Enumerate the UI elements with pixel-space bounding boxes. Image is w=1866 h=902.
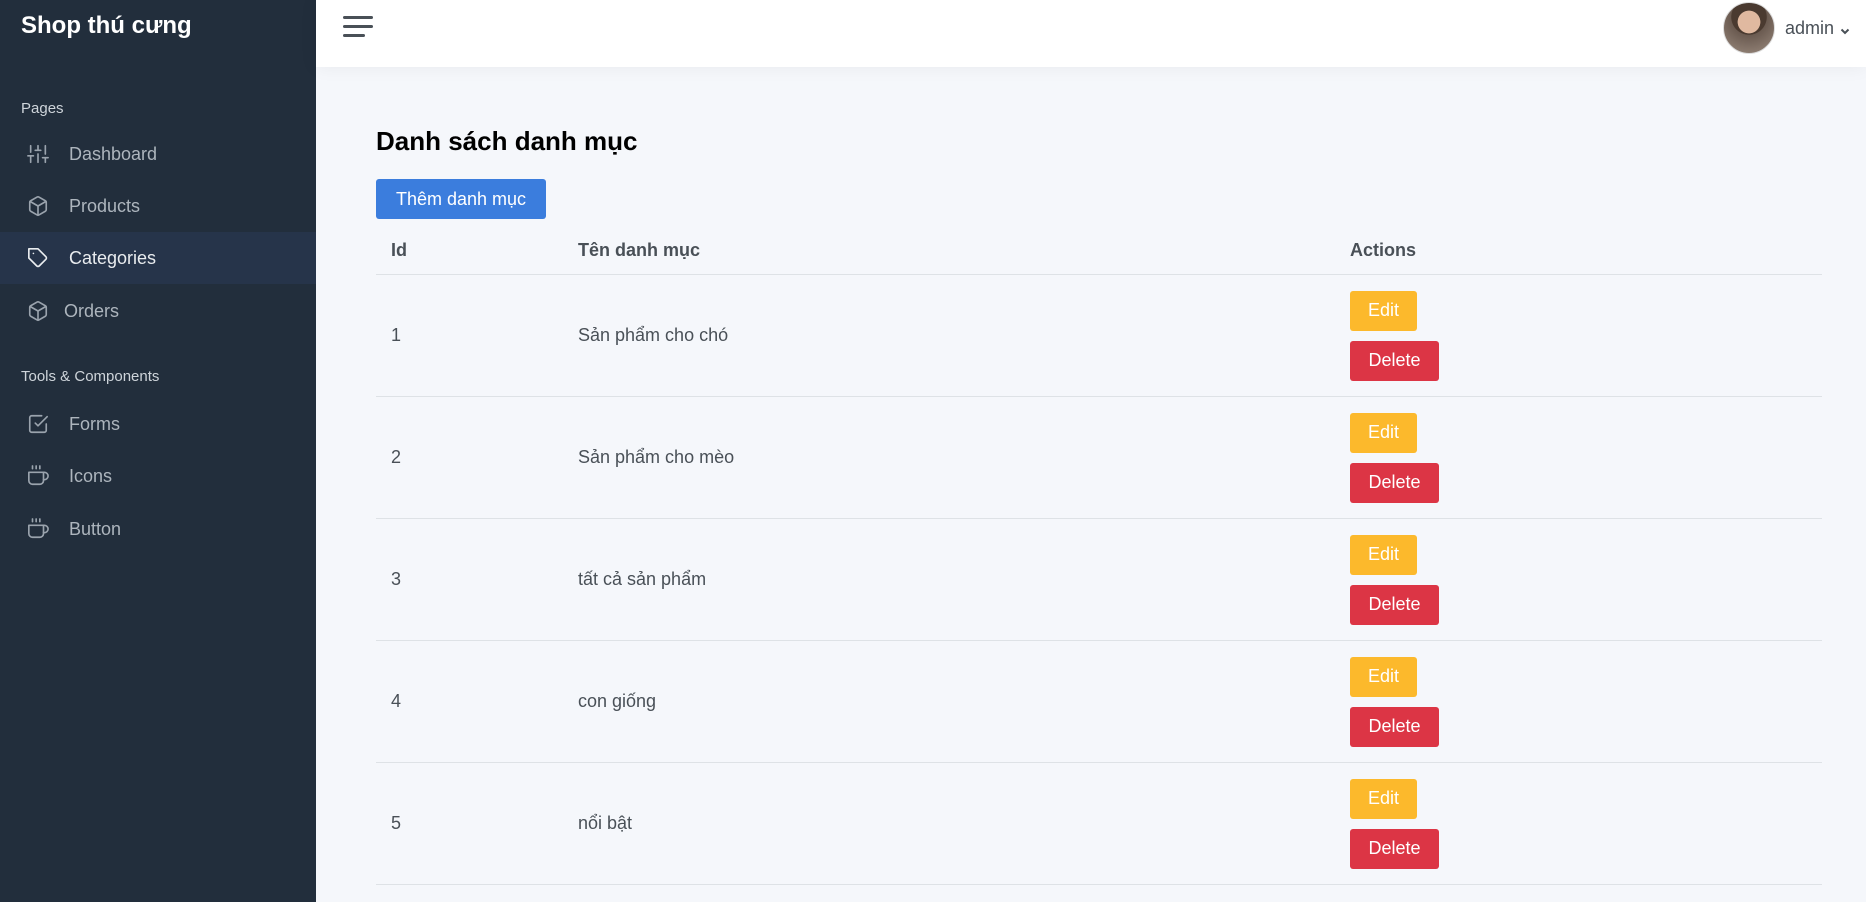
section-header-tools: Tools & Components (21, 368, 160, 385)
sidebar-item-label: Dashboard (69, 143, 158, 164)
edit-button[interactable]: Edit (1350, 290, 1417, 331)
column-header-id: Id (376, 226, 563, 275)
categories-table: Id Tên danh mục Actions 1 Sản phẩm cho c… (376, 226, 1822, 885)
sidebar-item-label: Icons (69, 465, 113, 486)
column-header-name: Tên danh mục (563, 226, 1335, 275)
delete-button[interactable]: Delete (1350, 706, 1439, 747)
sidebar-item-label: Products (69, 195, 141, 216)
page-title: Danh sách danh mục (376, 126, 638, 156)
sidebar-item-label: Categories (69, 247, 157, 268)
user-name[interactable]: admin (1785, 18, 1834, 39)
delete-button[interactable]: Delete (1350, 584, 1439, 625)
cell-actions: Edit Delete (1335, 518, 1822, 641)
edit-button[interactable]: Edit (1350, 778, 1417, 819)
cell-name: Sản phẩm cho mèo (563, 396, 1335, 519)
tag-icon (26, 246, 50, 270)
sidebar-item-label: Button (69, 518, 122, 539)
sidebar-item-categories[interactable]: Categories (0, 232, 316, 284)
topbar: admin (316, 0, 1866, 67)
cell-name: nổi bật (563, 762, 1335, 885)
brand-title[interactable]: Shop thú cưng (21, 12, 192, 40)
sidebar-item-forms[interactable]: Forms (0, 398, 316, 450)
cell-actions: Edit Delete (1335, 274, 1822, 397)
sidebar-item-label: Orders (64, 300, 120, 321)
sidebar: Shop thú cưng Pages Dashboard Products C… (0, 0, 316, 902)
sidebar-item-dashboard[interactable]: Dashboard (0, 128, 316, 180)
check-square-icon (26, 412, 50, 436)
table-row: 1 Sản phẩm cho chó Edit Delete (376, 274, 1822, 397)
table-row: 5 nổi bật Edit Delete (376, 762, 1822, 885)
box-icon (26, 194, 50, 218)
table-row: 2 Sản phẩm cho mèo Edit Delete (376, 396, 1822, 519)
chevron-down-icon[interactable] (1840, 23, 1850, 35)
add-category-button[interactable]: Thêm danh mục (376, 179, 546, 219)
cell-name: con giống (563, 640, 1335, 763)
avatar[interactable] (1722, 2, 1775, 54)
coffee-icon (26, 464, 50, 488)
delete-button[interactable]: Delete (1350, 462, 1439, 503)
box-icon (26, 299, 50, 323)
table-header-row: Id Tên danh mục Actions (376, 226, 1822, 275)
sidebar-item-products[interactable]: Products (0, 180, 316, 232)
delete-button[interactable]: Delete (1350, 340, 1439, 381)
sidebar-item-button[interactable]: Button (0, 503, 316, 555)
section-header-pages: Pages (21, 100, 64, 117)
sliders-icon (26, 142, 50, 166)
cell-id: 5 (376, 762, 563, 885)
cell-id: 2 (376, 396, 563, 519)
cell-id: 1 (376, 274, 563, 397)
sidebar-item-orders[interactable]: Orders (0, 285, 316, 337)
delete-button[interactable]: Delete (1350, 828, 1439, 869)
coffee-icon (26, 517, 50, 541)
hamburger-icon[interactable] (343, 14, 375, 40)
cell-actions: Edit Delete (1335, 396, 1822, 519)
cell-id: 4 (376, 640, 563, 763)
table-row: 3 tất cả sản phẩm Edit Delete (376, 518, 1822, 641)
cell-actions: Edit Delete (1335, 640, 1822, 763)
cell-name: Sản phẩm cho chó (563, 274, 1335, 397)
edit-button[interactable]: Edit (1350, 412, 1417, 453)
cell-actions: Edit Delete (1335, 762, 1822, 885)
sidebar-item-icons[interactable]: Icons (0, 450, 316, 502)
column-header-actions: Actions (1335, 226, 1822, 275)
edit-button[interactable]: Edit (1350, 534, 1417, 575)
cell-id: 3 (376, 518, 563, 641)
edit-button[interactable]: Edit (1350, 656, 1417, 697)
table-row: 4 con giống Edit Delete (376, 640, 1822, 763)
cell-name: tất cả sản phẩm (563, 518, 1335, 641)
user-menu[interactable]: admin (1722, 2, 1850, 54)
sidebar-item-label: Forms (69, 413, 120, 434)
